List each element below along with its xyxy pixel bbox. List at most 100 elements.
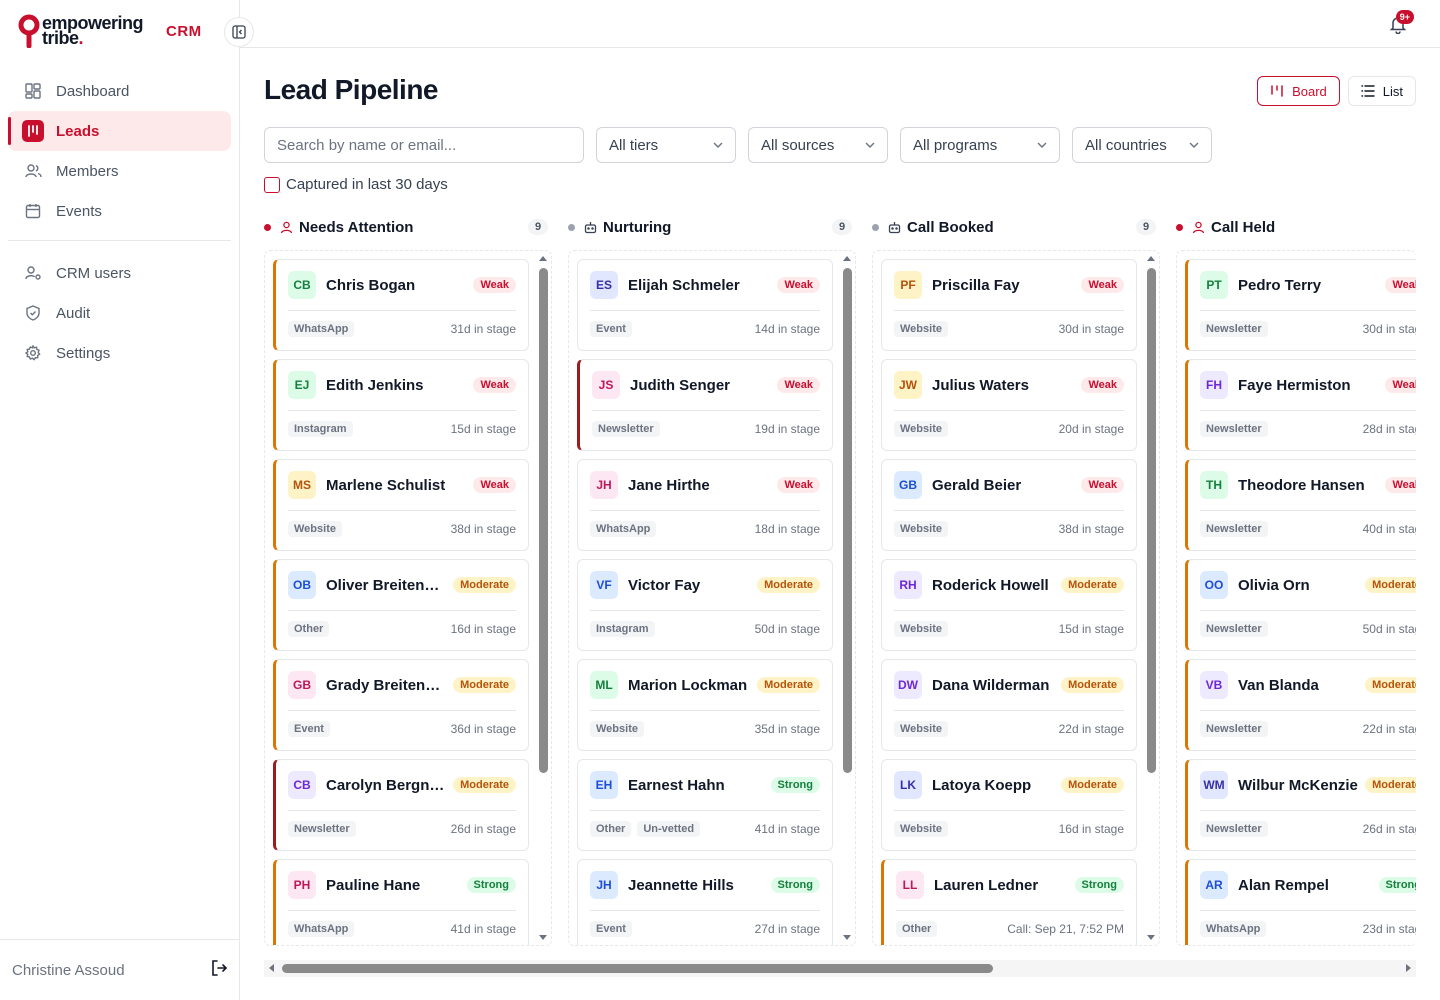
sidebar-item-leads[interactable]: Leads (8, 111, 231, 151)
program-select[interactable]: All programs (900, 127, 1060, 163)
lead-card[interactable]: WM Wilbur McKenzie Moderate Newsletter 26d i… (1185, 759, 1416, 851)
sidebar-item-audit[interactable]: Audit (8, 293, 231, 333)
source-tag: Other (896, 921, 938, 937)
source-tag: Website (894, 421, 948, 437)
column-card-list[interactable]: PF Priscilla Fay Weak Website 30d in stage JW… (872, 250, 1160, 946)
lead-card[interactable]: AR Alan Rempel Strong WhatsApp 23d in stage (1185, 859, 1416, 945)
lead-name: Priscilla Fay (932, 276, 1020, 294)
column-status-dot (568, 223, 575, 231)
column-header: Call Booked 9 (872, 212, 1156, 242)
source-tag: Newsletter (592, 421, 660, 437)
scroll-down-arrow-icon[interactable] (539, 935, 547, 940)
lead-name: Pauline Hane (326, 876, 421, 894)
scrollbar-thumb[interactable] (539, 268, 548, 773)
lead-card[interactable]: EH Earnest Hahn Strong Other Un-vetted 41d in… (577, 759, 833, 851)
captured-recent-filter[interactable]: Captured in last 30 days (264, 176, 448, 193)
lead-card[interactable]: FH Faye Hermiston Weak Newsletter 28d in sta… (1185, 359, 1416, 451)
lead-name: Grady Breitenberg (326, 676, 448, 694)
scrollbar-thumb[interactable] (282, 964, 993, 973)
lead-name: Pedro Terry (1238, 276, 1322, 294)
avatar: VB (1200, 671, 1228, 699)
sidebar-item-events[interactable]: Events (8, 191, 231, 231)
tier-select[interactable]: All tiers (596, 127, 736, 163)
column-vertical-scrollbar[interactable] (839, 251, 855, 945)
scroll-up-arrow-icon[interactable] (1147, 256, 1155, 261)
lead-card[interactable]: RH Roderick Howell Moderate Website 15d in s… (881, 559, 1137, 651)
sidebar-item-dashboard[interactable]: Dashboard (8, 71, 231, 111)
page-title: Lead Pipeline (264, 74, 439, 105)
lead-card[interactable]: GB Gerald Beier Weak Website 38d in stage (881, 459, 1137, 551)
tier-select-value: All tiers (609, 136, 659, 154)
source-select[interactable]: All sources (748, 127, 888, 163)
scroll-right-arrow-icon[interactable] (1406, 964, 1411, 972)
source-tag: Website (590, 721, 644, 737)
scrollbar-thumb[interactable] (843, 268, 852, 773)
robot-icon (583, 220, 597, 234)
lead-card[interactable]: VB Van Blanda Moderate Newsletter 22d in sta… (1185, 659, 1416, 751)
lead-card[interactable]: MS Marlene Schulist Weak Website 38d in stag… (273, 459, 529, 551)
lead-name: Roderick Howell (932, 576, 1049, 594)
lead-card[interactable]: LK Latoya Koepp Moderate Website 16d in stag… (881, 759, 1137, 851)
column-vertical-scrollbar[interactable] (535, 251, 551, 945)
lead-card[interactable]: ES Elijah Schmeler Weak Event 14d in stage (577, 259, 833, 351)
lead-card[interactable]: CB Carolyn Bergnaum Moderate Newsletter 26d … (273, 759, 529, 851)
card-divider (590, 610, 820, 611)
sidebar-item-members[interactable]: Members (8, 151, 231, 191)
search-input[interactable]: Search by name or email... (264, 127, 584, 163)
sidebar-item-label: Leads (56, 122, 100, 140)
scroll-left-arrow-icon[interactable] (269, 964, 274, 972)
lead-card[interactable]: JH Jeannette Hills Strong Event 27d in stage (577, 859, 833, 945)
lead-card[interactable]: JS Judith Senger Weak Newsletter 19d in stag… (577, 359, 833, 451)
column-card-list[interactable]: PT Pedro Terry Weak Newsletter 30d in stage F… (1176, 250, 1416, 946)
lead-name: Wilbur McKenzie (1238, 776, 1358, 794)
lead-card[interactable]: ML Marion Lockman Moderate Website 35d in st… (577, 659, 833, 751)
sidebar-item-settings[interactable]: Settings (8, 333, 231, 373)
column-card-list[interactable]: CB Chris Bogan Weak WhatsApp 31d in stage EJ E… (264, 250, 552, 946)
user-name: Christine Assoud (12, 961, 125, 979)
lead-card[interactable]: CB Chris Bogan Weak WhatsApp 31d in stage (273, 259, 529, 351)
list-view-button[interactable]: List (1347, 76, 1416, 106)
stage-duration: 38d in stage (450, 522, 516, 536)
captured-checkbox[interactable] (264, 176, 280, 193)
program-select-value: All programs (913, 136, 998, 154)
brand-logo[interactable]: empowering tribe. (18, 14, 144, 49)
logo-pin-icon (18, 14, 40, 49)
chevron-down-icon (713, 142, 723, 148)
sidebar-collapse-button[interactable] (224, 17, 254, 47)
lead-card[interactable]: OO Olivia Orn Moderate Newsletter 50d in sta… (1185, 559, 1416, 651)
tier-badge: Weak (1081, 477, 1124, 493)
lead-card[interactable]: DW Dana Wilderman Moderate Website 22d in st… (881, 659, 1137, 751)
column-vertical-scrollbar[interactable] (1143, 251, 1159, 945)
column-status-dot (1176, 223, 1183, 231)
sidebar-item-crm-users[interactable]: CRM users (8, 253, 231, 293)
logout-icon[interactable] (210, 959, 228, 981)
card-divider (1200, 510, 1416, 511)
tier-badge: Moderate (453, 677, 516, 693)
lead-card[interactable]: GB Grady Breitenberg Moderate Event 36d in s… (273, 659, 529, 751)
lead-card[interactable]: EJ Edith Jenkins Weak Instagram 15d in stage (273, 359, 529, 451)
lead-card[interactable]: PF Priscilla Fay Weak Website 30d in stage (881, 259, 1137, 351)
lead-card[interactable]: TH Theodore Hansen Weak Newsletter 40d in st… (1185, 459, 1416, 551)
lead-card[interactable]: JH Jane Hirthe Weak WhatsApp 18d in stage (577, 459, 833, 551)
lead-card[interactable]: LL Lauren Ledner Strong Other Call: Sep 21, … (881, 859, 1137, 945)
scrollbar-thumb[interactable] (1147, 268, 1156, 773)
lead-card[interactable]: OB Oliver Breitenberg Moderate Other 16d in … (273, 559, 529, 651)
country-select[interactable]: All countries (1072, 127, 1212, 163)
scroll-down-arrow-icon[interactable] (843, 935, 851, 940)
source-tag: Event (288, 721, 330, 737)
board-view-button[interactable]: Board (1257, 76, 1340, 106)
lead-card[interactable]: VF Victor Fay Moderate Instagram 50d in stag… (577, 559, 833, 651)
crm-tag: CRM (166, 23, 202, 40)
lead-card[interactable]: JW Julius Waters Weak Website 20d in stage (881, 359, 1137, 451)
card-divider (592, 410, 820, 411)
column-card-list[interactable]: ES Elijah Schmeler Weak Event 14d in stage JS… (568, 250, 856, 946)
scroll-up-arrow-icon[interactable] (539, 256, 547, 261)
card-divider (590, 310, 820, 311)
lead-card[interactable]: PH Pauline Hane Strong WhatsApp 41d in stage (273, 859, 529, 945)
scroll-up-arrow-icon[interactable] (843, 256, 851, 261)
scroll-down-arrow-icon[interactable] (1147, 935, 1155, 940)
avatar: ES (590, 271, 618, 299)
lead-card[interactable]: PT Pedro Terry Weak Newsletter 30d in stage (1185, 259, 1416, 351)
board-horizontal-scrollbar[interactable] (264, 960, 1416, 977)
source-tag: Other (590, 821, 632, 837)
